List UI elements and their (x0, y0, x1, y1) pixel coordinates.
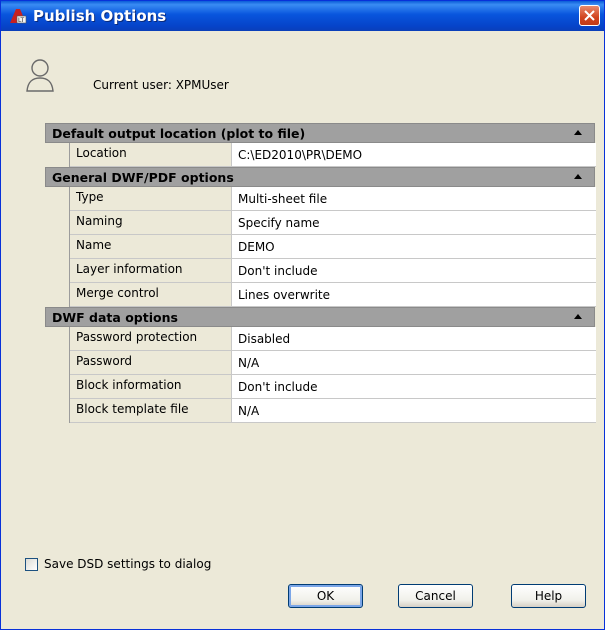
property-name: Merge control (70, 283, 232, 306)
property-name: Layer information (70, 259, 232, 282)
section-body-general-options: Type Multi-sheet file Naming Specify nam… (69, 187, 596, 307)
title-bar[interactable]: LT Publish Options (1, 1, 604, 31)
section-title: DWF data options (52, 310, 178, 325)
property-name: Location (70, 143, 232, 166)
property-row: Block template file N/A (70, 399, 596, 423)
ok-button[interactable]: OK (288, 584, 363, 608)
svg-text:LT: LT (18, 17, 25, 24)
property-value[interactable]: Multi-sheet file (232, 187, 596, 210)
section-body-output-location: Location C:\ED2010\PR\DEMO (69, 143, 596, 167)
property-name: Password (70, 351, 232, 374)
property-value[interactable]: N/A (232, 399, 596, 422)
publish-options-dialog: LT Publish Options Current user: XPMUser… (0, 0, 605, 630)
collapse-up-icon[interactable] (574, 314, 582, 319)
save-dsd-label[interactable]: Save DSD settings to dialog (44, 557, 211, 571)
section-title: Default output location (plot to file) (52, 126, 306, 141)
section-title: General DWF/PDF options (52, 170, 234, 185)
property-value[interactable]: N/A (232, 351, 596, 374)
property-row: Merge control Lines overwrite (70, 283, 596, 307)
options-grid: Default output location (plot to file) L… (45, 123, 596, 423)
property-row: Type Multi-sheet file (70, 187, 596, 211)
property-name: Block information (70, 375, 232, 398)
property-value[interactable]: Specify name (232, 211, 596, 234)
property-value[interactable]: Lines overwrite (232, 283, 596, 306)
user-icon (25, 57, 55, 93)
property-value[interactable]: C:\ED2010\PR\DEMO (232, 143, 596, 166)
property-value[interactable]: DEMO (232, 235, 596, 258)
property-value[interactable]: Don't include (232, 375, 596, 398)
property-row: Block information Don't include (70, 375, 596, 399)
close-icon (584, 10, 595, 21)
property-name: Name (70, 235, 232, 258)
property-name: Type (70, 187, 232, 210)
window-title: Publish Options (33, 7, 167, 25)
section-body-dwf-data-options: Password protection Disabled Password N/… (69, 327, 596, 423)
property-row: Location C:\ED2010\PR\DEMO (70, 143, 596, 167)
autocad-lt-icon: LT (9, 8, 27, 24)
property-row: Layer information Don't include (70, 259, 596, 283)
property-row: Password N/A (70, 351, 596, 375)
property-value[interactable]: Don't include (232, 259, 596, 282)
section-header-dwf-data-options[interactable]: DWF data options (45, 307, 595, 327)
section-header-general-options[interactable]: General DWF/PDF options (45, 167, 595, 187)
property-row: Name DEMO (70, 235, 596, 259)
help-button[interactable]: Help (511, 584, 586, 608)
property-value[interactable]: Disabled (232, 327, 596, 350)
property-name: Block template file (70, 399, 232, 422)
property-row: Password protection Disabled (70, 327, 596, 351)
property-row: Naming Specify name (70, 211, 596, 235)
property-name: Naming (70, 211, 232, 234)
collapse-up-icon[interactable] (574, 130, 582, 135)
property-name: Password protection (70, 327, 232, 350)
collapse-up-icon[interactable] (574, 174, 582, 179)
cancel-button[interactable]: Cancel (398, 584, 473, 608)
current-user-label: Current user: XPMUser (93, 78, 229, 92)
close-button[interactable] (579, 5, 600, 26)
save-dsd-checkbox[interactable] (25, 558, 38, 571)
section-header-output-location[interactable]: Default output location (plot to file) (45, 123, 595, 143)
